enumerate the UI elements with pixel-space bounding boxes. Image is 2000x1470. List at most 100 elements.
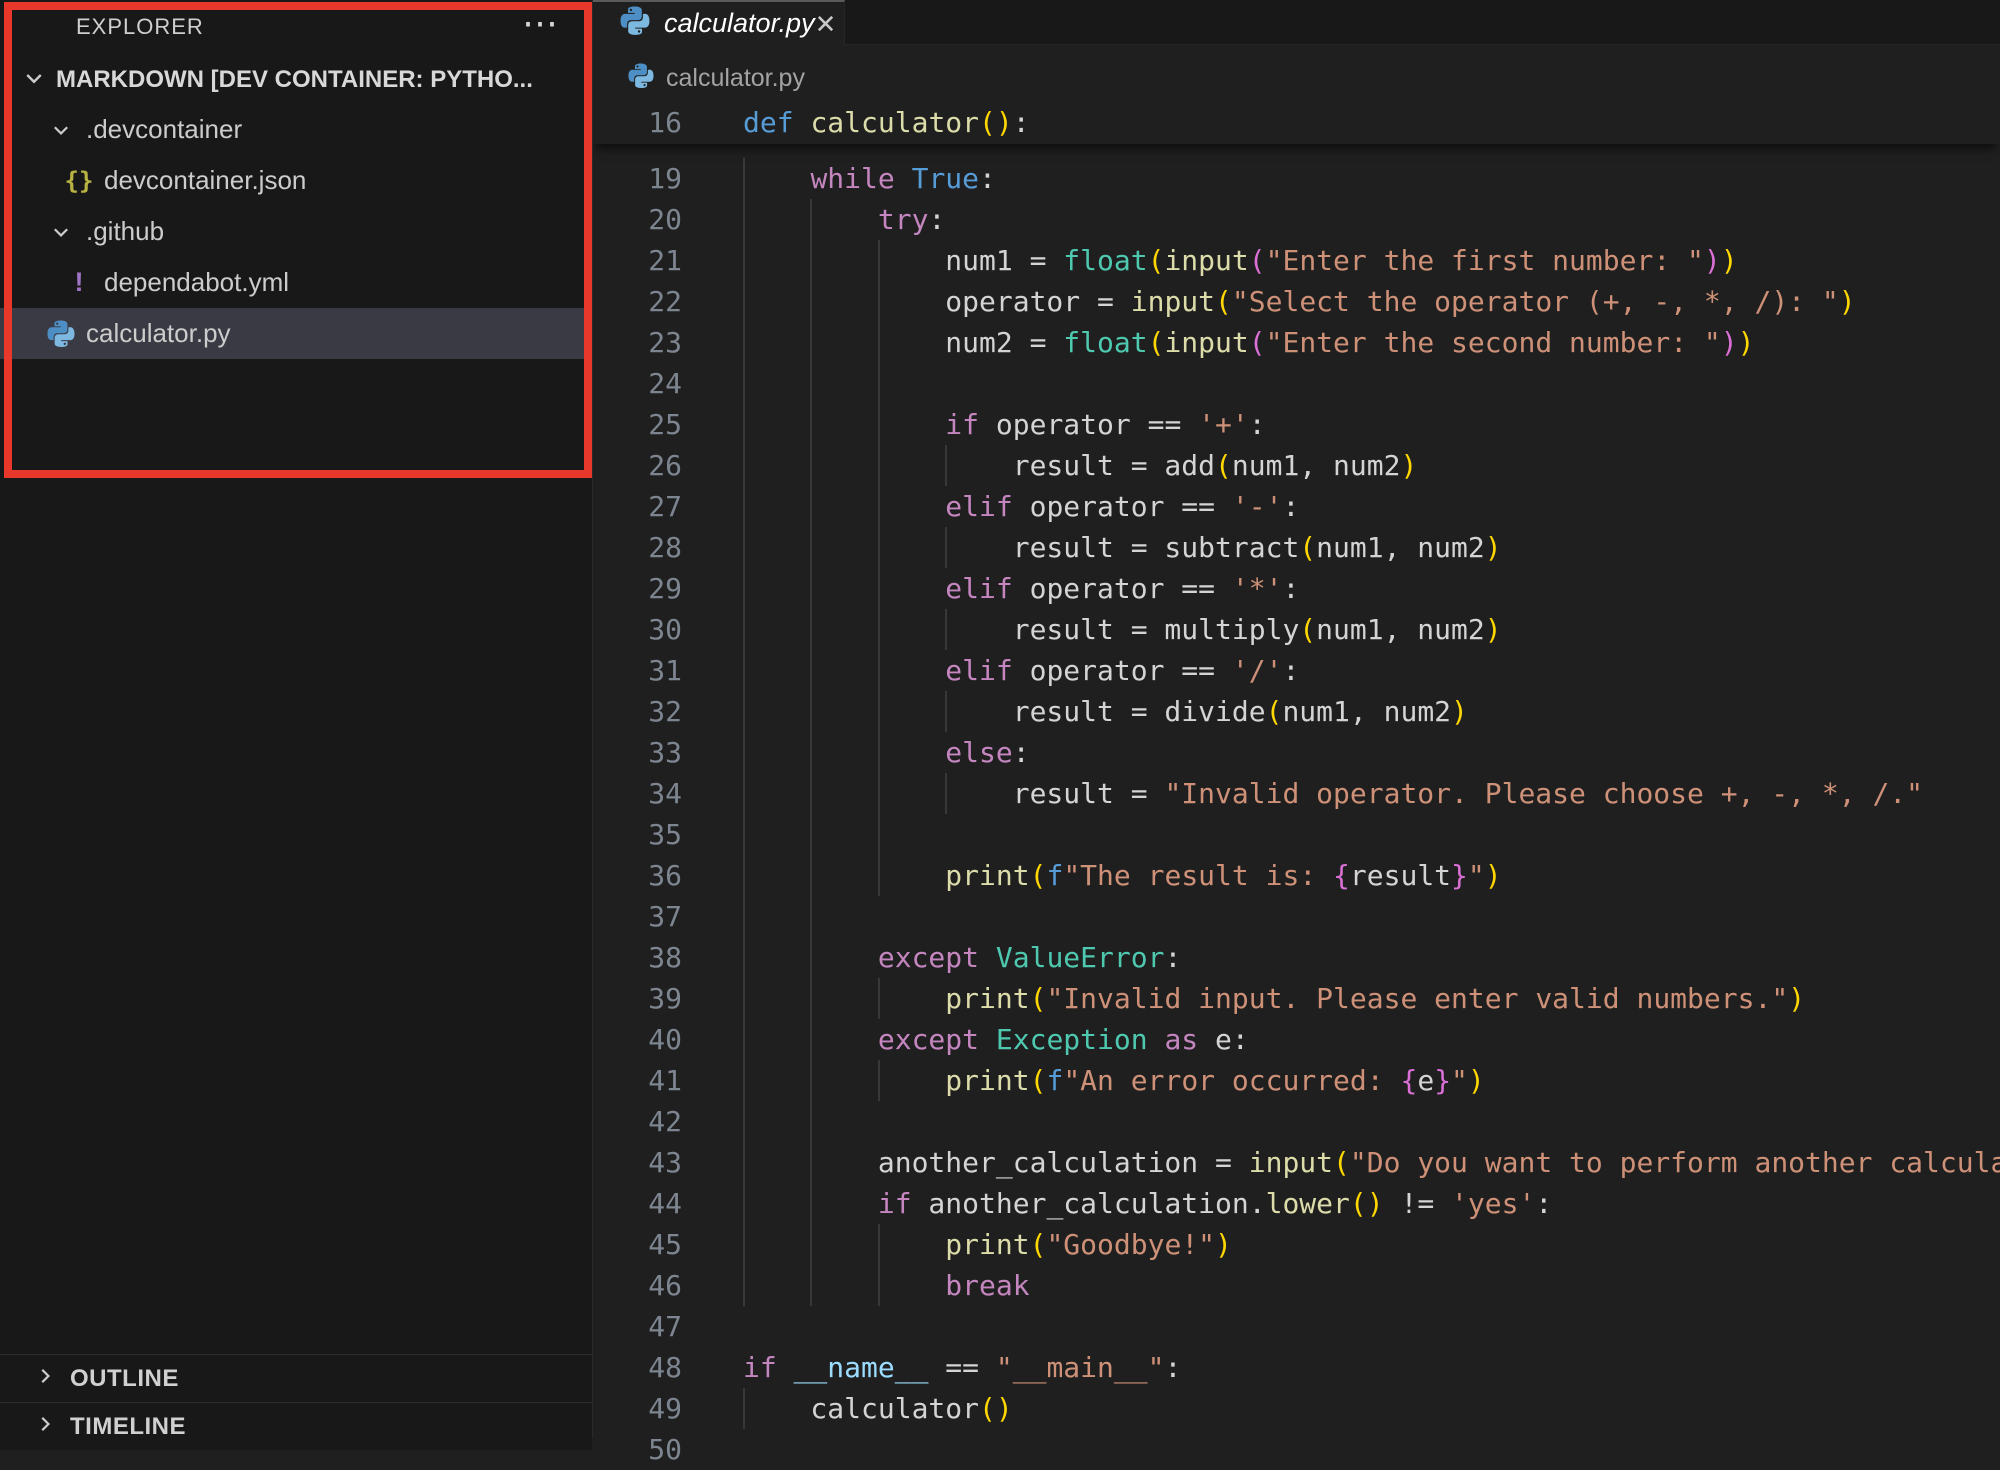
code-line-37[interactable]: 37 bbox=[592, 896, 2000, 937]
code-line-47[interactable]: 47 bbox=[592, 1306, 2000, 1347]
indent-guide bbox=[743, 814, 745, 855]
code-text[interactable]: result = multiply(num1, num2) bbox=[743, 609, 2000, 650]
indent-guide bbox=[743, 855, 745, 896]
tree-item-label: calculator.py bbox=[86, 318, 231, 349]
code-line-48[interactable]: 48 if __name__ == "__main__": bbox=[592, 1347, 2000, 1388]
code-text[interactable] bbox=[743, 1306, 2000, 1347]
code-line-35[interactable]: 35 bbox=[592, 814, 2000, 855]
code-line-45[interactable]: 45 print("Goodbye!") bbox=[592, 1224, 2000, 1265]
code-line-33[interactable]: 33 else: bbox=[592, 732, 2000, 773]
code-text[interactable]: if operator == '+': bbox=[743, 404, 2000, 445]
tab-calculator-py[interactable]: calculator.py ✕ bbox=[592, 0, 845, 45]
code-text[interactable]: except ValueError: bbox=[743, 937, 2000, 978]
code-line-46[interactable]: 46 break bbox=[592, 1265, 2000, 1306]
code-text[interactable]: elif operator == '*': bbox=[743, 568, 2000, 609]
indent-guide bbox=[878, 404, 880, 445]
code-text[interactable]: result = subtract(num1, num2) bbox=[743, 527, 2000, 568]
code-line-50[interactable]: 50 bbox=[592, 1429, 2000, 1470]
line-number: 48 bbox=[592, 1347, 682, 1388]
chevron-right-icon bbox=[34, 1413, 56, 1440]
indent-guide bbox=[810, 937, 812, 978]
close-icon[interactable]: ✕ bbox=[815, 11, 837, 37]
code-text[interactable] bbox=[743, 1429, 2000, 1470]
code-text[interactable]: break bbox=[743, 1265, 2000, 1306]
code-line-49[interactable]: 49 calculator() bbox=[592, 1388, 2000, 1429]
code-text[interactable]: try: bbox=[743, 199, 2000, 240]
code-text[interactable]: print(f"The result is: {result}") bbox=[743, 855, 2000, 896]
code-text[interactable]: result = divide(num1, num2) bbox=[743, 691, 2000, 732]
code-line-21[interactable]: 21 num1 = float(input("Enter the first n… bbox=[592, 240, 2000, 281]
code-line-40[interactable]: 40 except Exception as e: bbox=[592, 1019, 2000, 1060]
code-line-38[interactable]: 38 except ValueError: bbox=[592, 937, 2000, 978]
code-text[interactable]: calculator() bbox=[743, 1388, 2000, 1429]
tree-item-calculator-py[interactable]: calculator.py bbox=[0, 308, 592, 359]
code-text[interactable] bbox=[743, 896, 2000, 937]
indent-guide bbox=[878, 650, 880, 691]
code-text[interactable]: print(f"An error occurred: {e}") bbox=[743, 1060, 2000, 1101]
workspace-section-header[interactable]: MARKDOWN [DEV CONTAINER: PYTHO... bbox=[0, 60, 592, 100]
code-line-39[interactable]: 39 print("Invalid input. Please enter va… bbox=[592, 978, 2000, 1019]
code-text[interactable] bbox=[743, 363, 2000, 404]
indent-guide bbox=[878, 773, 880, 814]
code-text[interactable]: except Exception as e: bbox=[743, 1019, 2000, 1060]
indent-guide bbox=[743, 1019, 745, 1060]
code-line-41[interactable]: 41 print(f"An error occurred: {e}") bbox=[592, 1060, 2000, 1101]
code-line-34[interactable]: 34 result = "Invalid operator. Please ch… bbox=[592, 773, 2000, 814]
code-text[interactable]: else: bbox=[743, 732, 2000, 773]
code-line-19[interactable]: 19 while True: bbox=[592, 158, 2000, 199]
indent-guide bbox=[878, 240, 880, 281]
code-line-32[interactable]: 32 result = divide(num1, num2) bbox=[592, 691, 2000, 732]
code-line-29[interactable]: 29 elif operator == '*': bbox=[592, 568, 2000, 609]
code-line-28[interactable]: 28 result = subtract(num1, num2) bbox=[592, 527, 2000, 568]
indent-guide bbox=[743, 1388, 745, 1429]
code-line-27[interactable]: 27 elif operator == '-': bbox=[592, 486, 2000, 527]
code-text[interactable]: print("Goodbye!") bbox=[743, 1224, 2000, 1265]
code-text[interactable]: operator = input("Select the operator (+… bbox=[743, 281, 2000, 322]
code-text[interactable]: if another_calculation.lower() != 'yes': bbox=[743, 1183, 2000, 1224]
indent-guide bbox=[878, 855, 880, 896]
code-text[interactable]: num1 = float(input("Enter the first numb… bbox=[743, 240, 2000, 281]
line-number: 47 bbox=[592, 1306, 682, 1347]
indent-guide bbox=[878, 568, 880, 609]
code-line-30[interactable]: 30 result = multiply(num1, num2) bbox=[592, 609, 2000, 650]
outline-section-header[interactable]: OUTLINE bbox=[0, 1354, 592, 1402]
indent-guide bbox=[878, 322, 880, 363]
code-line-25[interactable]: 25 if operator == '+': bbox=[592, 404, 2000, 445]
breadcrumb-item[interactable]: calculator.py bbox=[666, 64, 805, 93]
code-text[interactable] bbox=[743, 1101, 2000, 1142]
code-line-20[interactable]: 20 try: bbox=[592, 199, 2000, 240]
code-text[interactable]: result = add(num1, num2) bbox=[743, 445, 2000, 486]
code-line-36[interactable]: 36 print(f"The result is: {result}") bbox=[592, 855, 2000, 896]
code-text[interactable]: num2 = float(input("Enter the second num… bbox=[743, 322, 2000, 363]
code-line-16[interactable]: 16def calculator(): bbox=[592, 102, 2000, 143]
sidebar-editor-divider[interactable] bbox=[592, 0, 593, 1438]
line-number: 28 bbox=[592, 527, 682, 568]
code-text[interactable]: elif operator == '-': bbox=[743, 486, 2000, 527]
code-text[interactable]: if __name__ == "__main__": bbox=[743, 1347, 2000, 1388]
code-line-22[interactable]: 22 operator = input("Select the operator… bbox=[592, 281, 2000, 322]
code-text[interactable]: result = "Invalid operator. Please choos… bbox=[743, 773, 2000, 814]
code-text[interactable]: while True: bbox=[743, 158, 2000, 199]
code-line-24[interactable]: 24 bbox=[592, 363, 2000, 404]
code-text[interactable]: print("Invalid input. Please enter valid… bbox=[743, 978, 2000, 1019]
tree-item--github[interactable]: .github bbox=[0, 206, 592, 257]
tree-item--devcontainer[interactable]: .devcontainer bbox=[0, 104, 592, 155]
code-line-23[interactable]: 23 num2 = float(input("Enter the second … bbox=[592, 322, 2000, 363]
tree-item-devcontainer-json[interactable]: {}devcontainer.json bbox=[0, 155, 592, 206]
indent-guide bbox=[743, 486, 745, 527]
code-line-44[interactable]: 44 if another_calculation.lower() != 'ye… bbox=[592, 1183, 2000, 1224]
sticky-scroll-line[interactable]: 16def calculator(): bbox=[592, 102, 2000, 144]
code-text[interactable]: def calculator(): bbox=[743, 102, 2000, 143]
tree-item-dependabot-yml[interactable]: !dependabot.yml bbox=[0, 257, 592, 308]
code-text[interactable] bbox=[743, 814, 2000, 855]
code-text[interactable]: another_calculation = input("Do you want… bbox=[743, 1142, 2000, 1183]
code-line-43[interactable]: 43 another_calculation = input("Do you w… bbox=[592, 1142, 2000, 1183]
line-number: 45 bbox=[592, 1224, 682, 1265]
code-text[interactable]: elif operator == '/': bbox=[743, 650, 2000, 691]
code-line-26[interactable]: 26 result = add(num1, num2) bbox=[592, 445, 2000, 486]
code-line-42[interactable]: 42 bbox=[592, 1101, 2000, 1142]
timeline-section-header[interactable]: TIMELINE bbox=[0, 1402, 592, 1450]
indent-guide bbox=[878, 691, 880, 732]
more-actions-icon[interactable]: ⋯ bbox=[522, 2, 558, 44]
code-line-31[interactable]: 31 elif operator == '/': bbox=[592, 650, 2000, 691]
